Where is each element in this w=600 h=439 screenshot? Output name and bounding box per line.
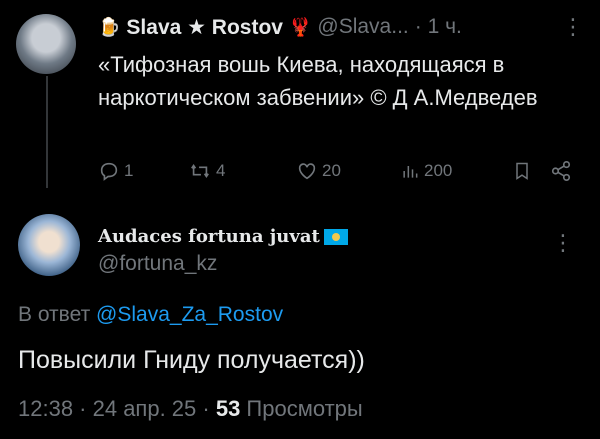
views-button[interactable]: 200	[400, 160, 452, 182]
author-name-2[interactable]: Audaces fortuna juvat	[98, 226, 348, 247]
like-button[interactable]: 20	[296, 160, 341, 182]
repost-count: 4	[216, 161, 226, 180]
reply-icon	[100, 162, 118, 181]
author-handle-2[interactable]: @fortuna_kz	[98, 252, 217, 276]
repost-icon	[191, 164, 209, 178]
reply-button[interactable]: 1	[98, 160, 133, 182]
views-label: Просмотры	[240, 396, 363, 421]
reply-prefix: В ответ	[18, 303, 97, 326]
tweet-parent[interactable]: 🍺 Slava ★ Rostov 🦞 @Slava... · 1 ч. ⋮ «Т…	[98, 12, 584, 114]
bookmark-button[interactable]	[512, 160, 536, 182]
lobster-emoji-icon: 🦞	[288, 16, 312, 37]
author-name[interactable]: Slava ★ Rostov	[126, 15, 283, 40]
author-name-2-text: Audaces fortuna juvat	[98, 226, 320, 247]
more-icon[interactable]: ⋮	[552, 230, 574, 256]
tweet-timestamp[interactable]: 12:38 · 24 апр. 25 ·	[18, 396, 216, 421]
avatar-slava[interactable]	[16, 14, 76, 74]
tweet-header: 🍺 Slava ★ Rostov 🦞 @Slava... · 1 ч.	[98, 12, 584, 42]
heart-icon	[298, 163, 316, 180]
like-count: 20	[322, 161, 341, 180]
more-icon[interactable]: ⋮	[562, 14, 584, 40]
tweet-meta: 12:38 · 24 апр. 25 · 53 Просмотры	[18, 396, 363, 422]
reply-context: В ответ @Slava_Za_Rostov	[18, 303, 283, 327]
author-handle[interactable]: @Slava...	[317, 15, 408, 39]
tweet-actions: 1 4 20 200	[98, 160, 574, 192]
share-button[interactable]	[550, 160, 576, 182]
views-number: 53	[215, 396, 241, 421]
repost-button[interactable]: 4	[188, 160, 225, 182]
avatar-fortuna[interactable]	[18, 214, 80, 276]
reply-to-link[interactable]: @Slava_Za_Rostov	[96, 303, 283, 326]
bookmark-icon	[516, 162, 528, 180]
views-count: 200	[424, 161, 453, 180]
thread-line	[46, 76, 48, 188]
tweet-text-2: Повысили Гниду получается))	[18, 346, 365, 374]
tweet-time[interactable]: · 1 ч.	[415, 15, 462, 39]
views-icon	[403, 166, 418, 178]
kazakhstan-flag-icon	[323, 228, 348, 245]
tweet-text: «Тифозная вошь Киева, находящаяся в нарк…	[98, 52, 538, 110]
reply-count: 1	[124, 161, 134, 180]
beer-emoji-icon: 🍺	[98, 16, 121, 37]
share-icon	[551, 161, 571, 181]
